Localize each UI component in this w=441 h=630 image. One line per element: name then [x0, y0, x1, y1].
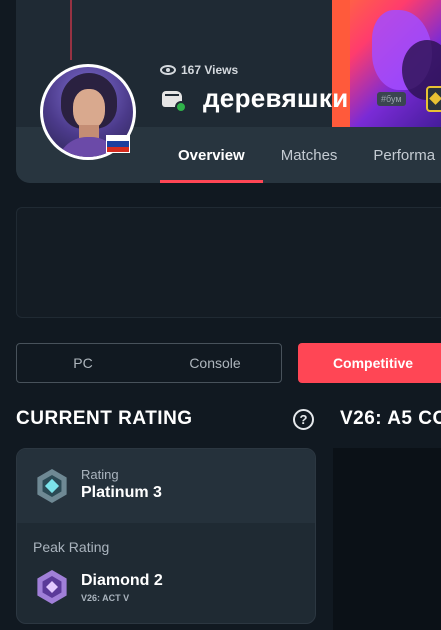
player-name: деревяшки	[203, 83, 349, 113]
act-section-title: V26: A5 CO	[340, 408, 441, 429]
peak-rating-act: V26: ACT V	[81, 593, 130, 603]
platform-pc-button[interactable]: PC	[17, 344, 149, 382]
competitive-button[interactable]: Competitive	[298, 343, 441, 383]
current-rating-row: Rating Platinum 3	[17, 449, 315, 523]
gold-badge-icon[interactable]	[426, 86, 441, 112]
rating-label: Rating	[81, 467, 119, 482]
profile-tabs: Overview Matches Performa	[160, 127, 441, 183]
fist-rank-icon	[160, 87, 188, 113]
country-flag-icon	[106, 135, 130, 153]
empty-panel	[16, 207, 441, 318]
act-rank-panel	[333, 448, 441, 630]
rating-card: Rating Platinum 3 Peak Rating Diamond 2 …	[16, 448, 316, 624]
platform-console-button[interactable]: Console	[149, 344, 281, 382]
peak-rating-label: Peak Rating	[33, 539, 110, 555]
views-text: 167 Views	[181, 63, 239, 77]
eye-icon	[160, 65, 176, 75]
tab-matches[interactable]: Matches	[263, 127, 356, 183]
verified-check-icon	[175, 101, 187, 113]
views-count: 167 Views	[160, 63, 238, 77]
banner-decoration	[70, 0, 72, 60]
current-rating-title: CURRENT RATING	[16, 408, 193, 429]
peak-rating-value: Diamond 2	[81, 572, 163, 589]
rating-value: Platinum 3	[81, 484, 162, 501]
platform-switch: PC Console	[16, 343, 282, 383]
player-tag[interactable]: #бум	[377, 92, 406, 106]
tab-performance[interactable]: Performa	[355, 127, 441, 183]
diamond-rank-icon	[35, 570, 69, 604]
platinum-rank-icon	[35, 469, 69, 503]
profile-page: 167 Views деревяшки #бум Overview Matche…	[0, 0, 441, 630]
tab-overview[interactable]: Overview	[160, 127, 263, 183]
help-icon[interactable]: ?	[293, 409, 314, 430]
